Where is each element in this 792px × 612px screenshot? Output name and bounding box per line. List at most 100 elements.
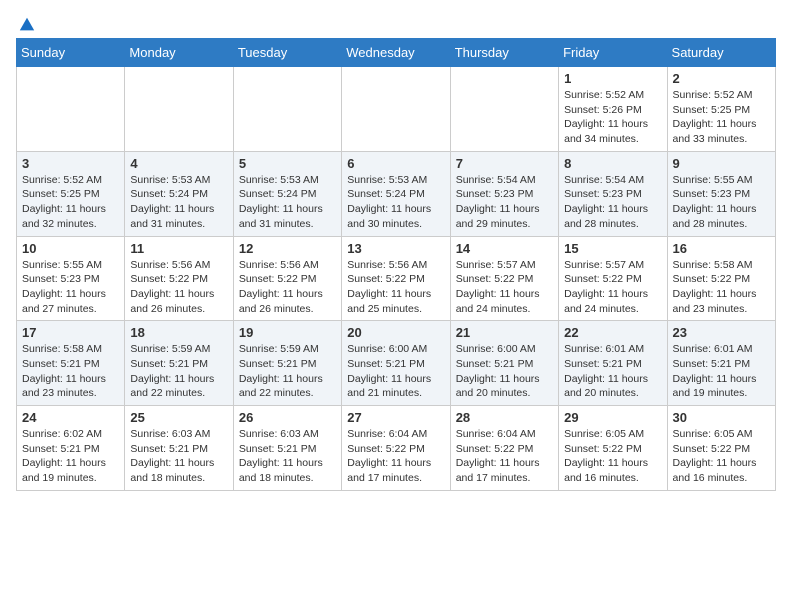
day-number: 18 xyxy=(130,325,227,340)
day-info: Sunrise: 5:58 AM Sunset: 5:22 PM Dayligh… xyxy=(673,258,770,317)
day-info: Sunrise: 5:56 AM Sunset: 5:22 PM Dayligh… xyxy=(239,258,336,317)
calendar-cell: 4Sunrise: 5:53 AM Sunset: 5:24 PM Daylig… xyxy=(125,151,233,236)
page-header xyxy=(16,16,776,30)
day-info: Sunrise: 6:04 AM Sunset: 5:22 PM Dayligh… xyxy=(456,427,553,486)
calendar-cell xyxy=(125,67,233,152)
calendar-cell: 7 Sunrise: 5:54 AM Sunset: 5:23 PM Daylig… xyxy=(450,151,558,236)
calendar-cell: 24 Sunrise: 6:02 AM Sunset: 5:21 PM Dayli… xyxy=(17,406,125,491)
day-info: Sunrise: 5:54 AM Sunset: 5:23 PM Dayligh… xyxy=(456,173,553,232)
day-number: 5 xyxy=(239,156,336,171)
calendar-day-header: Thursday xyxy=(450,39,558,67)
day-info: Sunrise: 6:00 AM Sunset: 5:21 PM Dayligh… xyxy=(347,342,444,401)
day-info: Sunrise: 6:03 AM Sunset: 5:21 PM Dayligh… xyxy=(130,427,227,486)
calendar-day-header: Saturday xyxy=(667,39,775,67)
calendar-cell: 5 Sunrise: 5:53 AM Sunset: 5:24 PM Daylig… xyxy=(233,151,341,236)
day-number: 12 xyxy=(239,241,336,256)
calendar-table: SundayMondayTuesdayWednesdayThursdayFrid… xyxy=(16,38,776,491)
day-info: Sunrise: 5:56 AM Sunset: 5:22 PM Dayligh… xyxy=(130,258,227,317)
day-number: 20 xyxy=(347,325,444,340)
calendar-cell xyxy=(233,67,341,152)
calendar-cell xyxy=(17,67,125,152)
day-number: 17 xyxy=(22,325,119,340)
day-number: 9 xyxy=(673,156,770,171)
calendar-week-row: 3 Sunrise: 5:52 AM Sunset: 5:25 PM Daylig… xyxy=(17,151,776,236)
calendar-cell: 17 Sunrise: 5:58 AM Sunset: 5:21 PM Dayli… xyxy=(17,321,125,406)
day-info: Sunrise: 5:53 AM Sunset: 5:24 PM Dayligh… xyxy=(239,173,336,232)
calendar-day-header: Friday xyxy=(559,39,667,67)
day-info: Sunrise: 5:59 AM Sunset: 5:21 PM Dayligh… xyxy=(239,342,336,401)
day-number: 27 xyxy=(347,410,444,425)
calendar-cell: 12 Sunrise: 5:56 AM Sunset: 5:22 PM Dayli… xyxy=(233,236,341,321)
calendar-cell: 25 Sunrise: 6:03 AM Sunset: 5:21 PM Dayli… xyxy=(125,406,233,491)
calendar-cell: 8Sunrise: 5:54 AM Sunset: 5:23 PM Daylig… xyxy=(559,151,667,236)
day-number: 13 xyxy=(347,241,444,256)
day-info: Sunrise: 6:05 AM Sunset: 5:22 PM Dayligh… xyxy=(564,427,661,486)
day-info: Sunrise: 5:58 AM Sunset: 5:21 PM Dayligh… xyxy=(22,342,119,401)
day-number: 16 xyxy=(673,241,770,256)
calendar-cell: 3 Sunrise: 5:52 AM Sunset: 5:25 PM Daylig… xyxy=(17,151,125,236)
day-number: 26 xyxy=(239,410,336,425)
day-info: Sunrise: 6:04 AM Sunset: 5:22 PM Dayligh… xyxy=(347,427,444,486)
day-info: Sunrise: 5:59 AM Sunset: 5:21 PM Dayligh… xyxy=(130,342,227,401)
day-info: Sunrise: 5:52 AM Sunset: 5:25 PM Dayligh… xyxy=(22,173,119,232)
day-info: Sunrise: 5:55 AM Sunset: 5:23 PM Dayligh… xyxy=(22,258,119,317)
day-number: 2 xyxy=(673,71,770,86)
calendar-cell: 11Sunrise: 5:56 AM Sunset: 5:22 PM Dayli… xyxy=(125,236,233,321)
day-number: 10 xyxy=(22,241,119,256)
day-number: 25 xyxy=(130,410,227,425)
calendar-cell: 19 Sunrise: 5:59 AM Sunset: 5:21 PM Dayli… xyxy=(233,321,341,406)
calendar-cell: 23 Sunrise: 6:01 AM Sunset: 5:21 PM Dayli… xyxy=(667,321,775,406)
calendar-cell: 15Sunrise: 5:57 AM Sunset: 5:22 PM Dayli… xyxy=(559,236,667,321)
calendar-cell: 21 Sunrise: 6:00 AM Sunset: 5:21 PM Dayli… xyxy=(450,321,558,406)
calendar-day-header: Monday xyxy=(125,39,233,67)
day-info: Sunrise: 6:00 AM Sunset: 5:21 PM Dayligh… xyxy=(456,342,553,401)
calendar-week-row: 10 Sunrise: 5:55 AM Sunset: 5:23 PM Dayli… xyxy=(17,236,776,321)
logo-icon xyxy=(18,16,36,34)
day-number: 19 xyxy=(239,325,336,340)
day-number: 21 xyxy=(456,325,553,340)
day-number: 3 xyxy=(22,156,119,171)
calendar-cell: 27 Sunrise: 6:04 AM Sunset: 5:22 PM Dayli… xyxy=(342,406,450,491)
day-number: 22 xyxy=(564,325,661,340)
calendar-cell: 6 Sunrise: 5:53 AM Sunset: 5:24 PM Daylig… xyxy=(342,151,450,236)
calendar-cell: 20 Sunrise: 6:00 AM Sunset: 5:21 PM Dayli… xyxy=(342,321,450,406)
day-info: Sunrise: 6:05 AM Sunset: 5:22 PM Dayligh… xyxy=(673,427,770,486)
calendar-week-row: 17 Sunrise: 5:58 AM Sunset: 5:21 PM Dayli… xyxy=(17,321,776,406)
day-number: 29 xyxy=(564,410,661,425)
calendar-cell: 10 Sunrise: 5:55 AM Sunset: 5:23 PM Dayli… xyxy=(17,236,125,321)
day-info: Sunrise: 5:56 AM Sunset: 5:22 PM Dayligh… xyxy=(347,258,444,317)
calendar-cell: 22Sunrise: 6:01 AM Sunset: 5:21 PM Dayli… xyxy=(559,321,667,406)
calendar-cell: 9Sunrise: 5:55 AM Sunset: 5:23 PM Daylig… xyxy=(667,151,775,236)
calendar-cell xyxy=(342,67,450,152)
calendar-cell: 13 Sunrise: 5:56 AM Sunset: 5:22 PM Dayli… xyxy=(342,236,450,321)
calendar-day-header: Tuesday xyxy=(233,39,341,67)
calendar-week-row: 24 Sunrise: 6:02 AM Sunset: 5:21 PM Dayli… xyxy=(17,406,776,491)
logo xyxy=(16,16,36,30)
calendar-cell xyxy=(450,67,558,152)
day-number: 28 xyxy=(456,410,553,425)
calendar-header-row: SundayMondayTuesdayWednesdayThursdayFrid… xyxy=(17,39,776,67)
day-info: Sunrise: 6:01 AM Sunset: 5:21 PM Dayligh… xyxy=(673,342,770,401)
day-number: 30 xyxy=(673,410,770,425)
day-number: 4 xyxy=(130,156,227,171)
day-info: Sunrise: 5:52 AM Sunset: 5:26 PM Dayligh… xyxy=(564,88,661,147)
calendar-day-header: Wednesday xyxy=(342,39,450,67)
calendar-week-row: 1 Sunrise: 5:52 AM Sunset: 5:26 PM Daylig… xyxy=(17,67,776,152)
calendar-cell: 2 Sunrise: 5:52 AM Sunset: 5:25 PM Daylig… xyxy=(667,67,775,152)
day-number: 1 xyxy=(564,71,661,86)
day-info: Sunrise: 5:53 AM Sunset: 5:24 PM Dayligh… xyxy=(347,173,444,232)
day-number: 6 xyxy=(347,156,444,171)
day-info: Sunrise: 5:54 AM Sunset: 5:23 PM Dayligh… xyxy=(564,173,661,232)
day-number: 15 xyxy=(564,241,661,256)
day-number: 14 xyxy=(456,241,553,256)
day-info: Sunrise: 6:02 AM Sunset: 5:21 PM Dayligh… xyxy=(22,427,119,486)
day-number: 7 xyxy=(456,156,553,171)
day-number: 24 xyxy=(22,410,119,425)
calendar-cell: 14Sunrise: 5:57 AM Sunset: 5:22 PM Dayli… xyxy=(450,236,558,321)
calendar-cell: 29 Sunrise: 6:05 AM Sunset: 5:22 PM Dayli… xyxy=(559,406,667,491)
day-number: 23 xyxy=(673,325,770,340)
day-info: Sunrise: 6:03 AM Sunset: 5:21 PM Dayligh… xyxy=(239,427,336,486)
calendar-cell: 28 Sunrise: 6:04 AM Sunset: 5:22 PM Dayli… xyxy=(450,406,558,491)
day-info: Sunrise: 5:52 AM Sunset: 5:25 PM Dayligh… xyxy=(673,88,770,147)
calendar-cell: 1 Sunrise: 5:52 AM Sunset: 5:26 PM Daylig… xyxy=(559,67,667,152)
